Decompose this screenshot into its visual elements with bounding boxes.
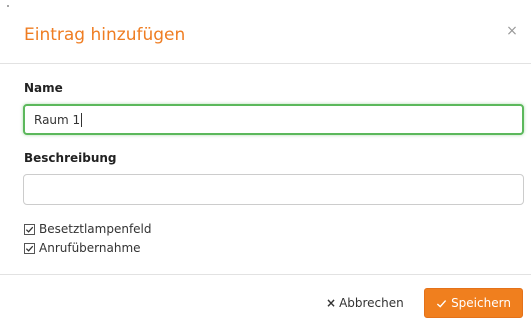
checkbox-label: Anrufübernahme [39,241,141,255]
description-input[interactable] [23,174,524,205]
text-caret [81,112,83,127]
close-icon[interactable]: × [505,24,519,38]
checkbox-besetztlampenfeld[interactable]: Besetztlampenfeld [24,222,152,236]
description-label: Beschreibung [24,151,117,165]
name-input-value: Raum 1 [34,112,81,127]
footer-divider [0,274,531,275]
dialog-title: Eintrag hinzufügen [24,25,186,45]
add-entry-dialog: Eintrag hinzufügen × Name Raum 1 Beschre… [0,0,531,327]
cancel-button[interactable]: × Abbrechen [326,288,404,318]
save-label: Speichern [451,296,511,310]
checkbox-label: Besetztlampenfeld [39,222,152,236]
close-icon: × [326,296,337,310]
checkbox-checked-icon[interactable] [24,223,35,235]
name-input[interactable]: Raum 1 [23,104,524,135]
checkbox-checked-icon[interactable] [24,242,35,254]
dialog-header: Eintrag hinzufügen × [0,0,531,64]
check-icon [436,298,447,309]
name-label: Name [24,81,63,95]
cancel-label: Abbrechen [339,296,404,310]
save-button[interactable]: Speichern [424,288,523,318]
checkbox-anrufuebernahme[interactable]: Anrufübernahme [24,241,141,255]
